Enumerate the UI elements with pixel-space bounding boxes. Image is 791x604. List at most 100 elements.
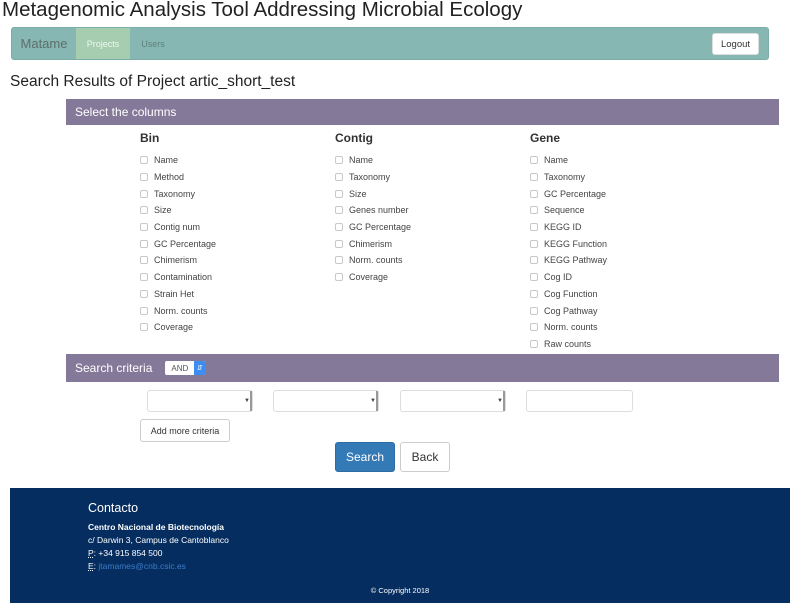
- column-checkbox-row[interactable]: Size: [140, 202, 216, 219]
- column-checkbox[interactable]: [140, 256, 148, 265]
- column-checkbox-row[interactable]: Coverage: [140, 319, 216, 336]
- column-group-contig: Contig Name Taxonomy Size Genes number GC Pe…: [335, 131, 411, 286]
- column-checkbox-row[interactable]: KEGG Function: [530, 235, 607, 252]
- column-checkbox[interactable]: [140, 223, 148, 232]
- nav-item-users[interactable]: Users: [130, 28, 176, 59]
- column-checkbox-row[interactable]: Name: [530, 152, 607, 169]
- criteria-field-select[interactable]: ▼: [147, 390, 253, 412]
- navbar: Matame Projects Users Logout: [11, 27, 769, 60]
- column-checkbox-row[interactable]: GC Percentage: [530, 185, 607, 202]
- column-checkbox-row[interactable]: Cog Function: [530, 286, 607, 303]
- column-checkbox-row[interactable]: Genes number: [335, 202, 411, 219]
- add-more-criteria-button[interactable]: Add more criteria: [140, 419, 230, 442]
- column-checkbox-row[interactable]: Norm. counts: [335, 252, 411, 269]
- column-checkbox-row[interactable]: Cog ID: [530, 269, 607, 286]
- column-checkbox-label: Name: [349, 155, 374, 166]
- nav-item-projects[interactable]: Projects: [76, 28, 130, 59]
- column-checkbox[interactable]: [530, 256, 538, 265]
- column-checkbox[interactable]: [530, 339, 538, 348]
- back-button[interactable]: Back: [400, 442, 450, 472]
- column-checkbox[interactable]: [530, 173, 538, 182]
- criteria-operator-select[interactable]: ▼: [400, 390, 506, 412]
- column-checkbox-label: Coverage: [154, 322, 194, 333]
- column-checkbox[interactable]: [530, 239, 538, 248]
- column-checkbox-row[interactable]: Raw counts: [530, 336, 607, 353]
- search-button[interactable]: Search: [335, 442, 395, 472]
- column-checkbox-row[interactable]: Norm. counts: [140, 302, 216, 319]
- column-checkbox-row[interactable]: GC Percentage: [335, 219, 411, 236]
- column-checkbox[interactable]: [335, 156, 343, 165]
- column-checkbox[interactable]: [140, 289, 148, 298]
- column-checkbox-label: Chimerism: [349, 238, 393, 249]
- criteria-value-input[interactable]: [526, 390, 633, 412]
- column-checkbox[interactable]: [335, 223, 343, 232]
- column-checkbox-label: Sequence: [544, 205, 585, 216]
- column-checkbox[interactable]: [140, 323, 148, 332]
- column-checkbox[interactable]: [335, 206, 343, 215]
- column-checkbox[interactable]: [335, 189, 343, 198]
- phone-number: +34 915 854 500: [98, 548, 163, 558]
- column-checkbox-label: Name: [544, 155, 569, 166]
- column-checkbox[interactable]: [530, 156, 538, 165]
- column-checkbox-row[interactable]: Name: [335, 152, 411, 169]
- column-checkbox[interactable]: [140, 239, 148, 248]
- column-checkbox[interactable]: [530, 289, 538, 298]
- column-checkbox-row[interactable]: Norm. counts: [530, 319, 607, 336]
- nav-brand[interactable]: Matame: [12, 28, 76, 59]
- column-checkbox-row[interactable]: Method: [140, 169, 216, 186]
- column-checkbox-row[interactable]: Chimerism: [140, 252, 216, 269]
- column-checkbox[interactable]: [530, 323, 538, 332]
- column-checkbox-row[interactable]: Contig num: [140, 219, 216, 236]
- column-checkbox-row[interactable]: Sequence: [530, 202, 607, 219]
- column-checkbox-row[interactable]: Name: [140, 152, 216, 169]
- column-checkbox-row[interactable]: Taxonomy: [335, 169, 411, 186]
- column-checkbox[interactable]: [530, 273, 538, 282]
- column-checkbox[interactable]: [335, 273, 343, 282]
- column-checkbox-row[interactable]: Cog Pathway: [530, 302, 607, 319]
- column-checkbox-row[interactable]: Strain Het: [140, 286, 216, 303]
- column-checkbox-label: Norm. counts: [154, 305, 208, 316]
- column-checkbox-label: KEGG Function: [544, 238, 608, 249]
- column-checkbox-row[interactable]: Size: [335, 185, 411, 202]
- column-checkbox-label: GC Percentage: [154, 238, 217, 249]
- column-checkbox-row[interactable]: Chimerism: [335, 235, 411, 252]
- column-checkbox[interactable]: [335, 173, 343, 182]
- column-checkbox[interactable]: [140, 206, 148, 215]
- column-checkbox-row[interactable]: Taxonomy: [530, 169, 607, 186]
- footer-organization: Centro Nacional de Biotecnología: [88, 522, 225, 532]
- column-checkbox[interactable]: [335, 256, 343, 265]
- column-checkbox[interactable]: [335, 239, 343, 248]
- column-checkbox[interactable]: [530, 189, 538, 198]
- column-checkbox[interactable]: [140, 173, 148, 182]
- column-checkbox-row[interactable]: KEGG Pathway: [530, 252, 607, 269]
- column-checkbox-label: Norm. counts: [544, 322, 598, 333]
- email-link[interactable]: jtamames@cnb.csic.es: [98, 561, 186, 571]
- criteria-table-select[interactable]: ▼: [273, 390, 379, 412]
- column-checkbox-row[interactable]: KEGG ID: [530, 219, 607, 236]
- column-checkbox-row[interactable]: Contamination: [140, 269, 216, 286]
- column-checkbox-row[interactable]: Coverage: [335, 269, 411, 286]
- column-checkbox-label: Taxonomy: [154, 188, 196, 199]
- column-checkbox[interactable]: [530, 223, 538, 232]
- column-checkbox-label: Genes number: [349, 205, 409, 216]
- column-checkbox-row[interactable]: Taxonomy: [140, 185, 216, 202]
- column-checkbox[interactable]: [140, 306, 148, 315]
- phone-label: P: [88, 548, 94, 558]
- select-columns-header: Select the columns: [66, 99, 779, 125]
- column-checkbox-label: Name: [154, 155, 179, 166]
- column-checkbox-label: Cog Function: [544, 288, 598, 299]
- column-checkbox[interactable]: [140, 156, 148, 165]
- app-title: Metagenomic Analysis Tool Addressing Mic…: [2, 0, 523, 21]
- column-checkbox[interactable]: [140, 189, 148, 198]
- column-checkbox-label: Norm. counts: [349, 255, 403, 266]
- column-checkbox[interactable]: [140, 273, 148, 282]
- logic-operator-select[interactable]: AND ⇵: [165, 361, 206, 375]
- footer-email: E: jtamames@cnb.csic.es: [88, 561, 186, 571]
- logout-button[interactable]: Logout: [712, 33, 759, 55]
- column-group-title: Contig: [335, 131, 373, 145]
- column-checkbox[interactable]: [530, 206, 538, 215]
- column-checkbox-row[interactable]: GC Percentage: [140, 235, 216, 252]
- footer-address: c/ Darwin 3, Campus de Cantoblanco: [88, 535, 229, 545]
- column-checkbox[interactable]: [530, 306, 538, 315]
- column-checkbox-label: Chimerism: [154, 255, 198, 266]
